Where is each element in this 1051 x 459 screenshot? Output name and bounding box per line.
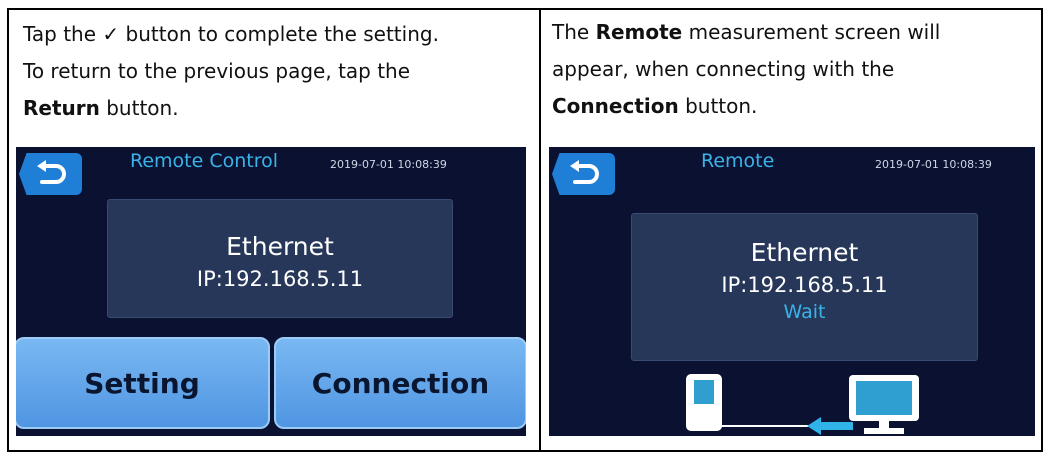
remote-word: Remote [595, 20, 683, 44]
left-instruction-line2: To return to the previous page, tap the [23, 59, 411, 83]
right-instruction-line2: appear, when connecting with the [552, 57, 895, 81]
right-instruction-line3: Connection button. [552, 88, 940, 125]
ip-address: IP:192.168.5.11 [196, 267, 364, 291]
connection-diagram [686, 374, 919, 435]
arrow-left-icon [807, 417, 853, 435]
instruction-table: Tap the ✓ button to complete the setting… [7, 8, 1043, 452]
left-cell: Tap the ✓ button to complete the setting… [9, 10, 539, 450]
right-line1-pre: The [552, 20, 596, 44]
monitor-icon [849, 375, 919, 434]
left-instruction-line1: Tap the ✓ button to complete the setting… [23, 16, 439, 53]
right-cell: The Remote measurement screen will appea… [541, 10, 1041, 450]
return-button[interactable] [19, 153, 82, 195]
left-line1-pre: Tap the [23, 22, 103, 46]
remote-control-screen: Remote Control 2019-07-01 10:08:39 Ether… [16, 147, 526, 436]
return-word: Return [23, 96, 100, 120]
check-icon: ✓ [102, 22, 120, 46]
remote-screen: Remote 2019-07-01 10:08:39 Ethernet IP:1… [549, 147, 1035, 436]
right-instruction-line1: The Remote measurement screen will [552, 14, 940, 51]
return-arrow-icon [36, 160, 66, 184]
left-line3-post: button. [99, 96, 179, 120]
screen-timestamp: 2019-07-01 10:08:39 [330, 158, 447, 171]
setting-button[interactable]: Setting [16, 337, 270, 429]
left-instruction: Tap the ✓ button to complete the setting… [23, 16, 439, 127]
connection-word: Connection [552, 94, 679, 118]
left-line1-post: button to complete the setting. [119, 22, 439, 46]
screen-title: Remote Control [130, 150, 279, 172]
connection-info-box: Ethernet IP:192.168.5.11 [107, 199, 453, 318]
left-instruction-line3: Return button. [23, 90, 439, 127]
connection-button[interactable]: Connection [274, 337, 526, 429]
handheld-device-icon [686, 374, 722, 431]
right-instruction: The Remote measurement screen will appea… [552, 14, 940, 125]
interface-label: Ethernet [226, 232, 334, 261]
right-line3-post: button. [678, 94, 758, 118]
right-line1-post: measurement screen will [682, 20, 941, 44]
